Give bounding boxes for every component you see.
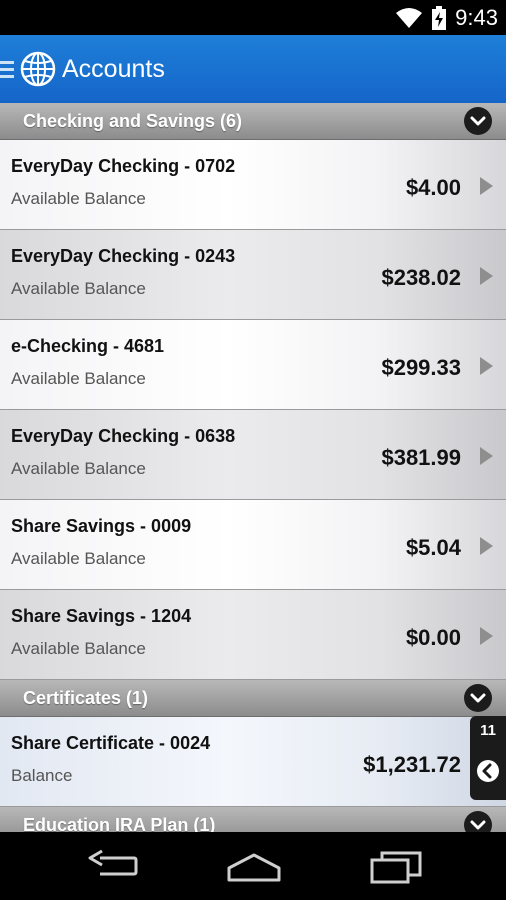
account-row[interactable]: Share Savings - 1204 Available Balance $… [0,590,506,680]
balance-label: Available Balance [11,369,146,388]
account-name: Share Savings - 1204 [11,606,192,626]
account-row[interactable]: EveryDay Checking - 0243 Available Balan… [0,230,506,320]
balance-amount: $0.00 [405,625,461,650]
balance-amount: $299.33 [381,355,461,380]
account-name: Share Certificate - 0024 [11,733,211,753]
account-row[interactable]: e-Checking - 4681 Available Balance $299… [0,320,506,410]
chevron-right-icon [480,447,493,465]
chevron-right-icon [480,537,493,555]
accounts-list[interactable]: Checking and Savings (6) EveryDay Checki… [0,103,506,832]
page-title: Accounts [62,54,165,83]
balance-label: Balance [11,766,73,785]
account-name: EveryDay Checking - 0243 [11,246,236,266]
menu-icon[interactable] [0,60,14,78]
side-drawer-tab[interactable]: 11 [470,716,506,800]
chevron-down-icon[interactable] [464,811,492,832]
section-header-checking-savings[interactable]: Checking and Savings (6) [0,103,506,140]
balance-label: Available Balance [11,189,146,208]
balance-amount: $4.00 [405,175,461,200]
balance-amount: $238.02 [381,265,461,290]
account-name: EveryDay Checking - 0702 [11,156,236,176]
app-bar: Accounts [0,35,506,103]
account-row[interactable]: EveryDay Checking - 0702 Available Balan… [0,140,506,230]
status-time: 9:43 [455,5,498,30]
globe-icon[interactable] [20,51,56,87]
status-icons: 9:43 [395,5,498,31]
status-bar: 9:43 [0,0,506,35]
chevron-left-icon[interactable] [477,760,499,782]
account-name: Share Savings - 0009 [11,516,192,536]
wifi-icon [396,8,423,28]
balance-amount: $1,231.72 [363,752,461,777]
account-row[interactable]: EveryDay Checking - 0638 Available Balan… [0,410,506,500]
chevron-down-icon[interactable] [464,107,492,135]
section-title: Education IRA Plan (1) [23,814,216,833]
system-nav-bar [0,832,506,900]
chevron-right-icon [480,177,493,195]
balance-label: Available Balance [11,549,146,568]
battery-icon [432,6,447,30]
recents-icon[interactable] [370,848,424,884]
account-row[interactable]: Share Certificate - 0024 Balance $1,231.… [0,717,506,807]
section-header-certificates[interactable]: Certificates (1) [0,680,506,717]
balance-label: Available Balance [11,279,146,298]
account-name: EveryDay Checking - 0638 [11,426,236,446]
notification-count: 11 [480,722,496,739]
home-icon[interactable] [226,848,282,884]
balance-amount: $381.99 [381,445,461,470]
section-header-education-ira[interactable]: Education IRA Plan (1) [0,807,506,832]
balance-label: Available Balance [11,639,146,658]
chevron-right-icon [480,267,493,285]
chevron-right-icon [480,627,493,645]
account-row[interactable]: Share Savings - 0009 Available Balance $… [0,500,506,590]
account-name: e-Checking - 4681 [11,336,165,356]
chevron-right-icon [480,357,493,375]
section-title: Checking and Savings (6) [23,110,243,131]
chevron-down-icon[interactable] [464,684,492,712]
section-title: Certificates (1) [23,687,149,708]
balance-label: Available Balance [11,459,146,478]
back-icon[interactable] [86,848,138,884]
balance-amount: $5.04 [405,535,461,560]
